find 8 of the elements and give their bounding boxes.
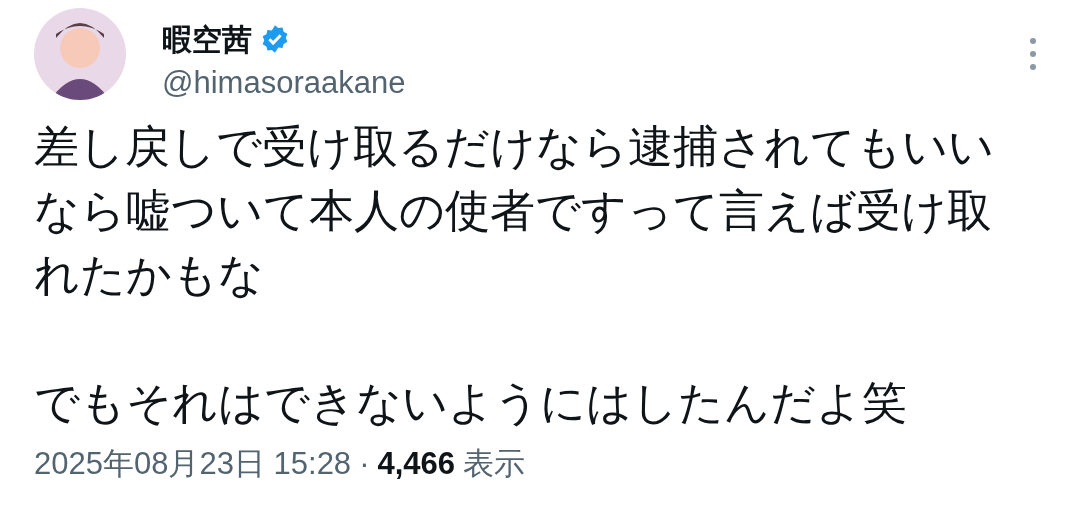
separator: · — [359, 446, 370, 482]
author-name[interactable]: 暇空茜 — [162, 20, 252, 61]
view-count: 4,466 — [377, 446, 456, 482]
tweet-text: 差し戻しで受け取るだけなら逮捕されてもいいなら嘘ついて本人の使者ですって言えば受け取れたかもな — [34, 120, 995, 302]
views-label: 表示 — [463, 445, 526, 483]
timestamp[interactable]: 2025年08月23日 15:28 — [34, 443, 352, 485]
tweet-text: でもそれはできないようにはしたんだよ笑 — [34, 376, 908, 430]
author-handle[interactable]: @himasoraakane — [162, 65, 990, 101]
